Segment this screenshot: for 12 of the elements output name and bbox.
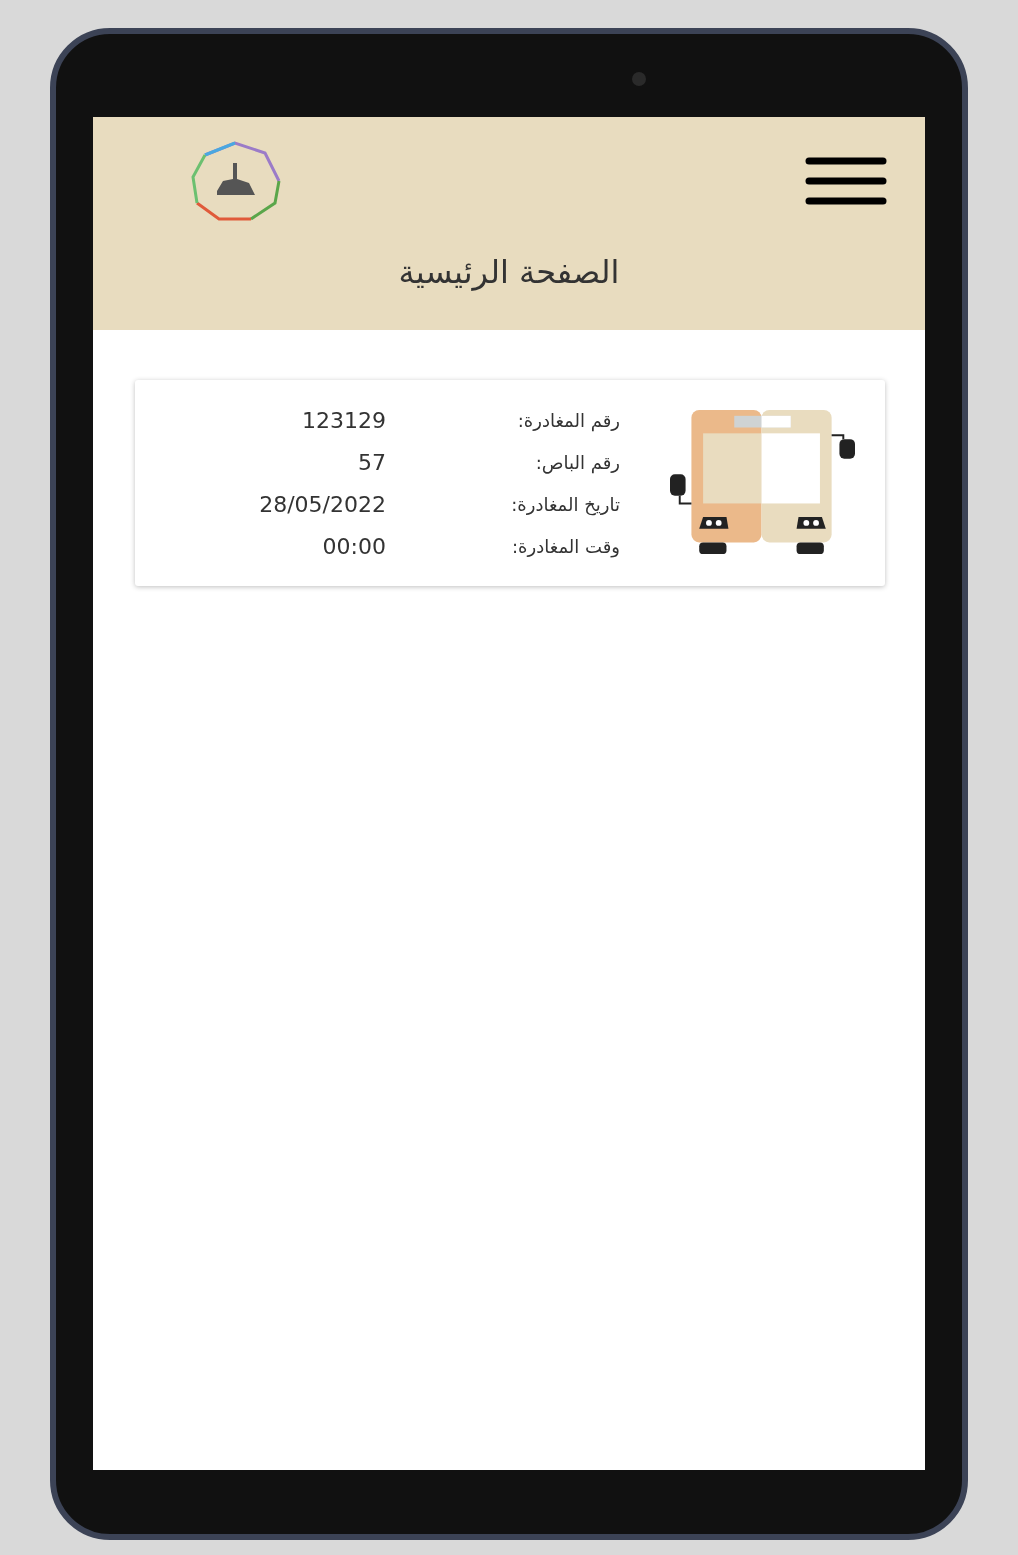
trip-label: رقم المغادرة: <box>516 409 620 431</box>
menu-icon[interactable] <box>805 157 887 205</box>
trip-value: 28/05/2022 <box>258 491 386 517</box>
trip-label: تاريخ المغادرة: <box>510 493 620 515</box>
page-title: الصفحة الرئيسية <box>397 252 621 291</box>
logo-icon <box>189 139 283 223</box>
trip-value: 123129 <box>301 407 386 433</box>
trip-value: 00:00 <box>321 533 386 559</box>
trip-value: 57 <box>357 449 386 475</box>
trip-label: وقت المغادرة: <box>511 535 620 557</box>
trip-label: رقم الباص: <box>534 451 620 473</box>
camera-icon <box>632 72 646 86</box>
